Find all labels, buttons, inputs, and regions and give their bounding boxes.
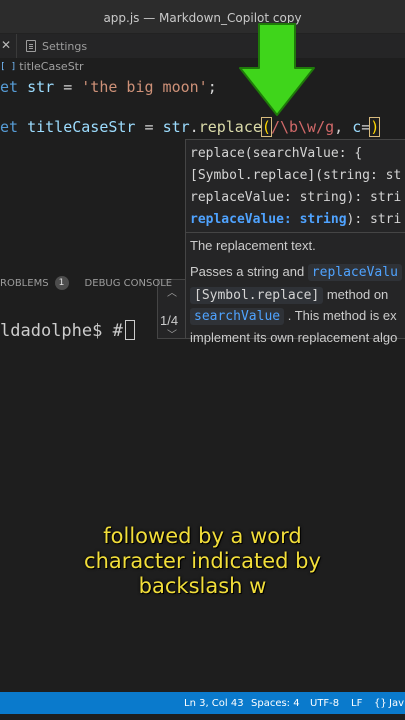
param: c xyxy=(352,118,362,136)
tab-divider xyxy=(16,34,17,58)
problems-count-badge: 1 xyxy=(54,276,69,290)
symbol-icon: [ ] xyxy=(0,61,17,72)
code-line-3[interactable]: et titleCaseStr = str.replace(/\b\w/g, c… xyxy=(0,117,381,137)
arrow-start: = xyxy=(361,118,371,136)
title-bar: app.js — Markdown_Copilot copy xyxy=(0,0,405,34)
parameter-hints-popup: replace(searchValue: { [Symbol.replace](… xyxy=(185,139,405,345)
signature-line: replaceValue: string): stri xyxy=(190,190,402,205)
active-parameter: replaceValue: string xyxy=(190,212,347,227)
keyword: et xyxy=(0,118,19,136)
variable: str xyxy=(27,78,55,96)
semicolon: ; xyxy=(207,78,217,96)
braces-icon[interactable]: {} xyxy=(374,698,387,709)
tab-settings-label: Settings xyxy=(42,39,88,53)
comma: , xyxy=(334,118,353,136)
regex-literal: /\b\w/g xyxy=(270,118,335,136)
tab-debug-console[interactable]: DEBUG CONSOLE xyxy=(85,278,173,289)
window-title: app.js — Markdown_Copilot copy xyxy=(103,11,302,25)
doc-text: method on xyxy=(323,287,389,302)
signature-rest: ): stri xyxy=(346,212,402,227)
object: str xyxy=(162,118,190,136)
operator: = xyxy=(54,78,82,96)
variable: titleCaseStr xyxy=(27,118,136,136)
method-name: replace xyxy=(198,118,262,136)
status-bar: Ln 3, Col 43 Spaces: 4 UTF-8 LF {} Jav xyxy=(0,692,405,714)
inline-code: [Symbol.replace] xyxy=(190,287,324,304)
panel-tabs: ROBLEMS 1 DEBUG CONSOLE xyxy=(0,275,172,291)
down-arrow-icon xyxy=(239,23,315,116)
doc-line: searchValue . This method is ex xyxy=(190,308,397,325)
doc-line: [Symbol.replace] method on xyxy=(190,287,389,304)
open-paren: ( xyxy=(260,117,272,137)
doc-line: Passes a string and replaceValu xyxy=(190,264,402,281)
language-mode[interactable]: Jav xyxy=(389,698,404,709)
parameter-description: The replacement text. xyxy=(190,238,316,253)
caption-line: backslash w xyxy=(138,574,267,598)
inline-code: replaceValu xyxy=(307,264,402,281)
caption-line: followed by a word xyxy=(103,524,302,548)
breadcrumb-symbol: titleCaseStr xyxy=(19,60,84,73)
close-paren: ) xyxy=(369,117,381,137)
cursor-position[interactable]: Ln 3, Col 43 xyxy=(184,698,244,709)
indentation[interactable]: Spaces: 4 xyxy=(251,698,300,709)
signature-line: [Symbol.replace](string: st xyxy=(190,168,402,183)
signature-line: replaceValue: string): stri xyxy=(190,212,401,227)
close-icon[interactable]: ✕ xyxy=(1,38,11,52)
keyword: et xyxy=(0,78,19,96)
signature-line: replace(searchValue: { xyxy=(190,146,363,161)
popup-separator xyxy=(186,232,405,233)
breadcrumb[interactable]: [ ] titleCaseStr xyxy=(0,60,84,73)
operator: = xyxy=(135,118,163,136)
inline-code: searchValue xyxy=(190,308,285,325)
code-line-1[interactable]: et str = 'the big moon'; xyxy=(0,78,217,96)
caption-line: character indicated by xyxy=(84,549,321,573)
video-caption: followed by a word character indicated b… xyxy=(0,524,405,599)
doc-text: Passes a string and xyxy=(190,264,308,279)
doc-text: . This method is ex xyxy=(284,308,397,323)
doc-line: implement its own replacement algo xyxy=(190,330,398,345)
terminal[interactable]: ldadolphe$ # xyxy=(0,320,135,341)
settings-file-icon xyxy=(26,40,36,52)
terminal-prompt: ldadolphe$ # xyxy=(0,321,123,341)
tab-settings[interactable]: Settings xyxy=(26,34,87,58)
end-of-line[interactable]: LF xyxy=(351,698,362,709)
dot: . xyxy=(189,118,199,136)
encoding[interactable]: UTF-8 xyxy=(310,698,339,709)
terminal-cursor xyxy=(124,320,135,340)
tab-bar: ✕ Settings xyxy=(0,34,405,58)
string-literal: 'the big moon' xyxy=(81,78,208,96)
chevron-down-icon[interactable]: ﹀ xyxy=(167,326,177,341)
tab-problems[interactable]: ROBLEMS xyxy=(0,278,49,289)
